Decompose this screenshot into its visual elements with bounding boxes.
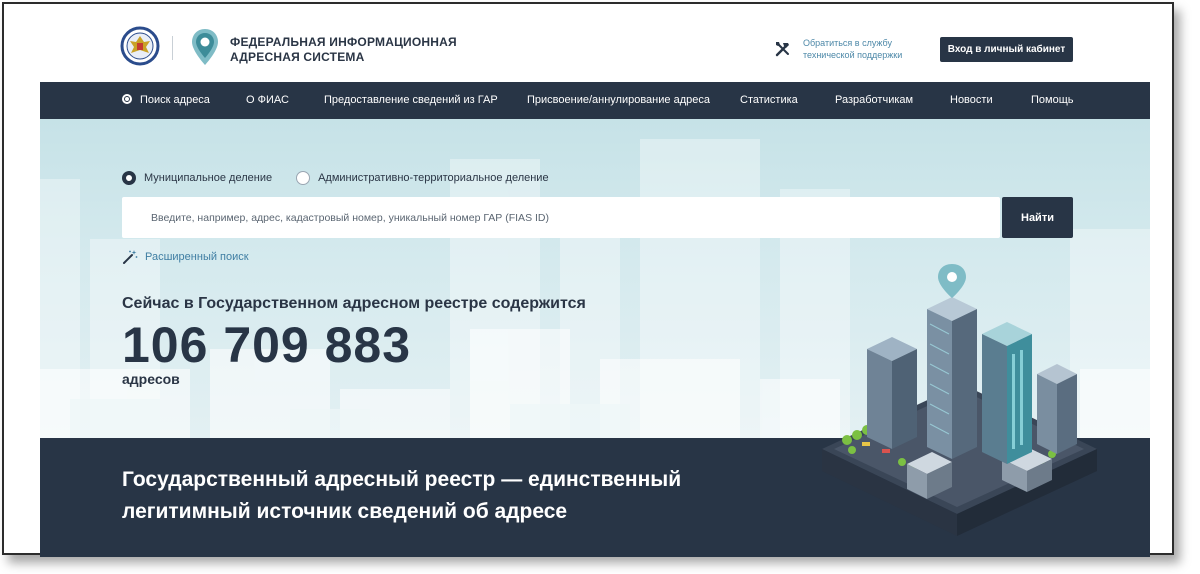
login-button[interactable]: Вход в личный кабинет: [940, 37, 1073, 62]
site-header: ФЕДЕРАЛЬНАЯ ИНФОРМАЦИОННАЯ АДРЕСНАЯ СИСТ…: [40, 4, 1150, 82]
banner-line1: Государственный адресный реестр — единст…: [122, 468, 682, 491]
address-count: 106 709 883: [122, 317, 412, 373]
radio-administrative[interactable]: [296, 171, 311, 185]
page: ФЕДЕРАЛЬНАЯ ИНФОРМАЦИОННАЯ АДРЕСНАЯ СИСТ…: [40, 4, 1150, 557]
main-nav: Поиск адреса О ФИАС Предоставление сведе…: [40, 82, 1150, 119]
search-mode-selector: Муниципальное деление Административно-те…: [122, 171, 573, 185]
radio-administrative-label[interactable]: Административно-территориальное деление: [318, 172, 548, 184]
isometric-city-illustration: [822, 264, 1097, 536]
magic-wand-icon: [123, 250, 138, 264]
nav-item-assignment[interactable]: Присвоение/аннулирование адреса: [527, 82, 710, 119]
registry-caption: Сейчас в Государственном адресном реестр…: [122, 295, 586, 312]
tools-icon: [775, 42, 789, 57]
nav-item-about[interactable]: О ФИАС: [246, 82, 289, 119]
nav-item-statistics[interactable]: Статистика: [740, 82, 798, 119]
nav-item-gar-data[interactable]: Предоставление сведений из ГАР: [324, 82, 498, 119]
browser-frame: ФЕДЕРАЛЬНАЯ ИНФОРМАЦИОННАЯ АДРЕСНАЯ СИСТ…: [2, 2, 1174, 557]
site-title-line1: ФЕДЕРАЛЬНАЯ ИНФОРМАЦИОННАЯ: [230, 35, 457, 49]
nav-item-help[interactable]: Помощь: [1031, 82, 1074, 119]
site-title-line2: АДРЕСНАЯ СИСТЕМА: [230, 50, 365, 64]
address-search-input[interactable]: [122, 197, 1000, 238]
advanced-search-label: Расширенный поиск: [145, 251, 249, 263]
support-line1: Обратиться в службу: [803, 38, 893, 48]
map-pin-logo-icon[interactable]: [190, 27, 220, 67]
radio-municipal-label[interactable]: Муниципальное деление: [144, 172, 272, 184]
active-dot-icon: [122, 94, 132, 104]
address-count-unit: адресов: [122, 371, 180, 387]
support-line2: технической поддержки: [803, 50, 903, 60]
support-link[interactable]: Обратиться в службу технической поддержк…: [774, 37, 902, 61]
banner-heading: Государственный адресный реестр — единст…: [122, 464, 681, 528]
header-divider: [172, 36, 173, 60]
nav-item-news[interactable]: Новости: [950, 82, 993, 119]
advanced-search-link[interactable]: Расширенный поиск: [122, 249, 249, 265]
find-button[interactable]: Найти: [1002, 197, 1073, 238]
banner-line2: легитимный источник сведений об адресе: [122, 500, 568, 523]
fns-emblem-icon[interactable]: [120, 26, 160, 66]
nav-item-developers[interactable]: Разработчикам: [835, 82, 913, 119]
site-title[interactable]: ФЕДЕРАЛЬНАЯ ИНФОРМАЦИОННАЯ АДРЕСНАЯ СИСТ…: [230, 35, 457, 65]
radio-municipal[interactable]: [122, 171, 136, 185]
nav-item-label: Поиск адреса: [140, 94, 210, 106]
nav-item-address-search[interactable]: Поиск адреса: [122, 82, 210, 119]
